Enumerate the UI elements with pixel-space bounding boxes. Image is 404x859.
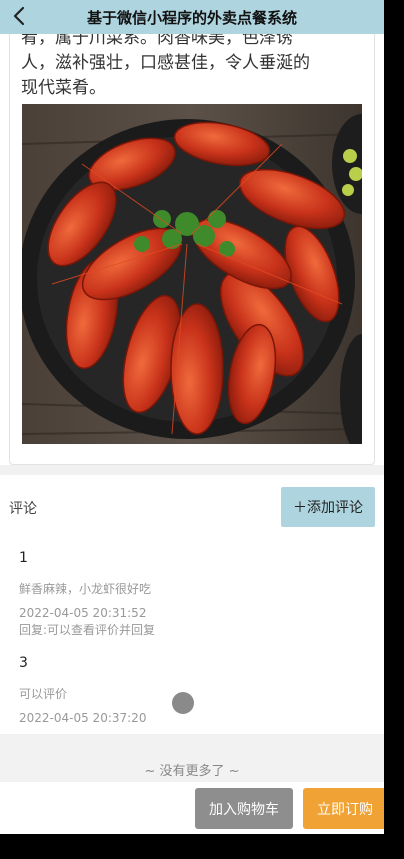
add-to-cart-button[interactable]: 加入购物车 — [195, 788, 293, 829]
description-line: 人，滋补强壮，口感甚佳，令人垂涎的 — [21, 53, 310, 73]
screen: 肴，属于川菜系。肉香味美，色泽诱 人，滋补强壮，口感甚佳，令人垂涎的 现代菜肴。 — [0, 0, 384, 834]
navigation-bar: 基于微信小程序的外卖点餐系统 — [0, 0, 384, 34]
review-text: 鲜香麻辣，小龙虾很好吃 — [19, 582, 152, 596]
buy-now-label: 立即订购 — [317, 801, 373, 818]
review-item: 1 鲜香麻辣，小龙虾很好吃 2022-04-05 20:31:52 回复:可以查… — [19, 550, 359, 638]
no-more-text: ~ 没有更多了 ~ — [144, 764, 240, 779]
page-title: 基于微信小程序的外卖点餐系统 — [86, 8, 297, 27]
add-review-button[interactable]: ＋添加评论 — [281, 487, 375, 527]
dish-image — [22, 104, 362, 444]
crayfish-dish-photo — [22, 104, 362, 444]
section-divider — [0, 465, 384, 475]
dish-description: 肴，属于川菜系。肉香味美，色泽诱 人，滋补强壮，口感甚佳，令人垂涎的 现代菜肴。 — [21, 26, 361, 101]
buy-now-button[interactable]: 立即订购 — [303, 788, 384, 829]
review-item: 3 可以评价 2022-04-05 20:37:20 — [19, 655, 359, 725]
description-line: 现代菜肴。 — [21, 78, 106, 98]
add-review-label: ＋添加评论 — [293, 499, 363, 515]
touch-indicator — [172, 692, 194, 714]
review-time: 2022-04-05 20:37:20 — [19, 711, 147, 725]
chevron-left-icon — [13, 6, 25, 26]
screen-edge — [384, 0, 404, 859]
review-user: 1 — [19, 550, 28, 566]
back-button[interactable] — [8, 3, 30, 29]
add-to-cart-label: 加入购物车 — [209, 801, 279, 818]
reviews-label: 评论 — [9, 501, 37, 517]
review-time: 2022-04-05 20:31:52 — [19, 606, 147, 620]
review-reply: 回复:可以查看评价并回复 — [19, 623, 156, 637]
review-user: 3 — [19, 655, 28, 671]
